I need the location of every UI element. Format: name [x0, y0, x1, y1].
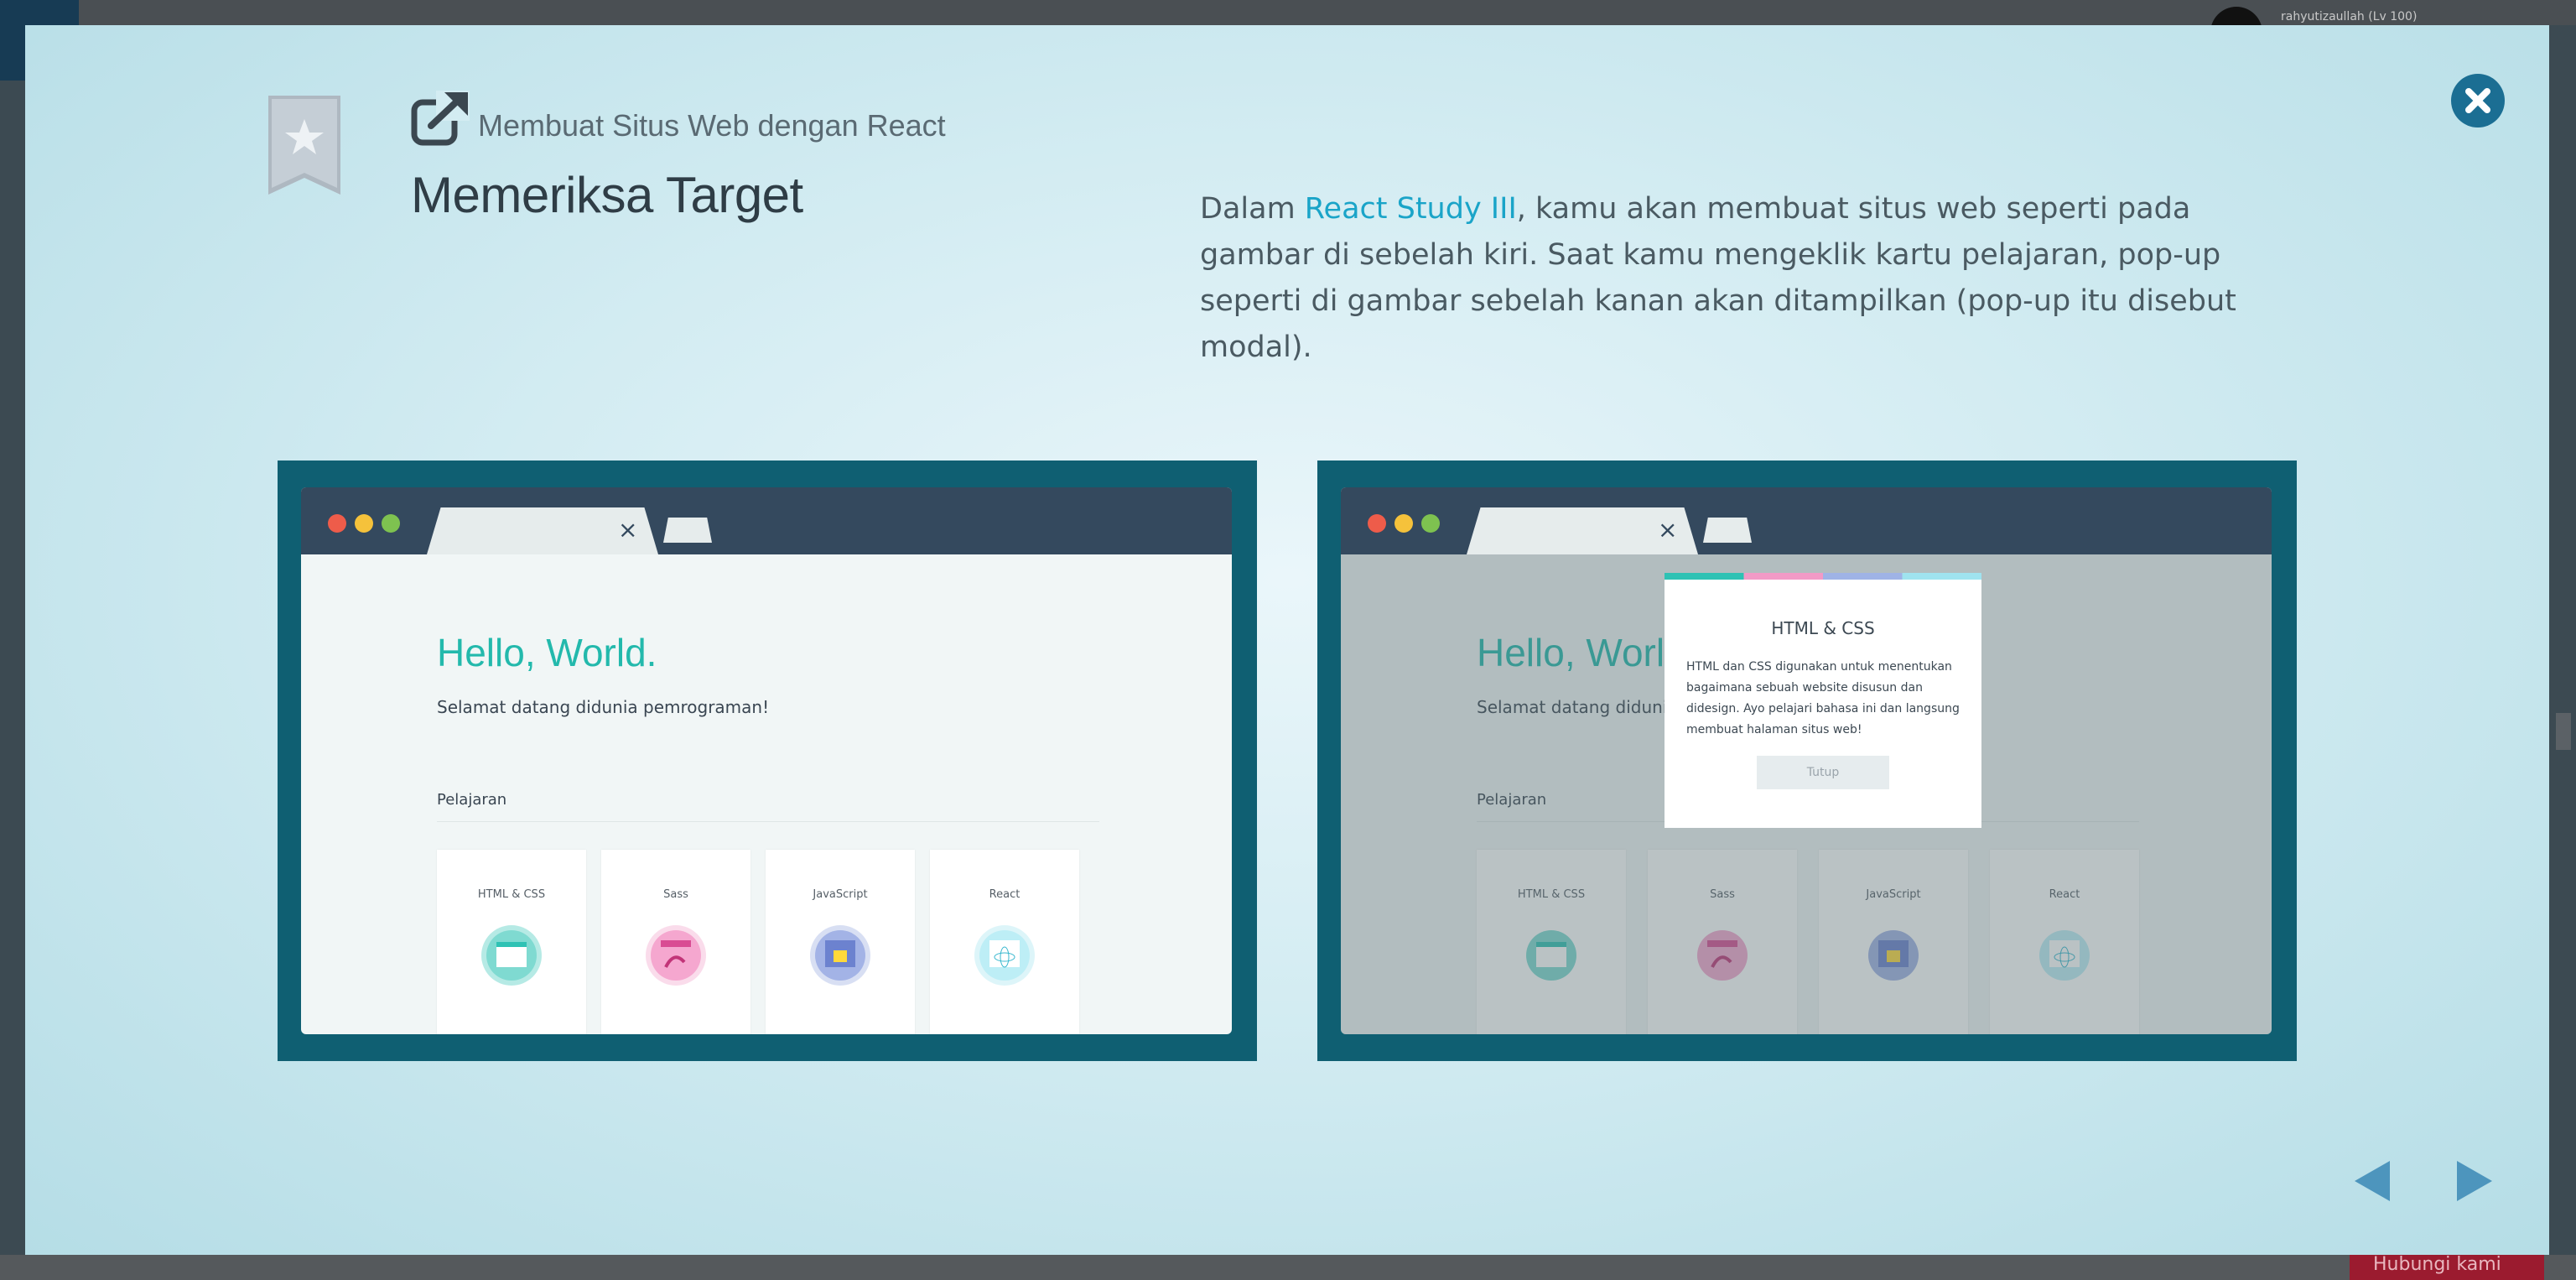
popup-close-button: Tutup — [1757, 756, 1889, 789]
window-close-dot — [328, 514, 346, 533]
new-tab — [1703, 518, 1752, 543]
lesson-card: JavaScript — [766, 850, 915, 1034]
chapter-header: Membuat Situs Web dengan React — [411, 91, 946, 146]
browser-window: × Hello, World. Selamat datang didunia p… — [1341, 487, 2272, 1034]
popup-text: HTML dan CSS digunakan untuk menentukan … — [1686, 660, 1960, 736]
external-link-icon[interactable] — [411, 91, 470, 146]
chapter-title: Membuat Situs Web dengan React — [478, 108, 946, 143]
browser-toolbar: × — [1341, 487, 2272, 554]
react-icon — [974, 925, 1035, 986]
welcome-text: Selamat datang didunia pemrograman! — [437, 697, 770, 717]
bookmark-star-icon[interactable] — [268, 96, 340, 195]
prev-slide-button[interactable] — [2355, 1161, 2390, 1201]
card-title: HTML & CSS — [477, 888, 546, 901]
slide-description: Dalam React Study III, kamu akan membuat… — [1200, 186, 2290, 371]
slide-title: Memeriksa Target — [411, 167, 803, 223]
scrollbar[interactable] — [2556, 713, 2571, 750]
window-close-dot — [1368, 514, 1386, 533]
slide-modal: Membuat Situs Web dengan React Memeriksa… — [25, 25, 2549, 1255]
description-prefix: Dalam — [1200, 192, 1305, 226]
window-maximize-dot — [1421, 514, 1440, 533]
lessons-label: Pelajaran — [437, 791, 507, 809]
next-slide-button[interactable] — [2457, 1161, 2492, 1201]
card-title: Sass — [663, 888, 688, 901]
new-tab — [663, 518, 712, 543]
lesson-card: HTML & CSS — [437, 850, 586, 1034]
card-title: React — [989, 888, 1021, 901]
card-title: JavaScript — [813, 888, 868, 901]
target-screenshot-right: × Hello, World. Selamat datang didunia p… — [1317, 460, 2297, 1061]
tab-close-icon: × — [1658, 516, 1678, 544]
close-button[interactable] — [2451, 74, 2505, 127]
sass-icon — [646, 925, 706, 986]
lesson-popup: HTML & CSS HTML dan CSS digunakan untuk … — [1665, 573, 1981, 828]
background-bottom-bar — [0, 1255, 2576, 1280]
html-css-icon — [481, 925, 542, 986]
target-screenshot-left: × Hello, World. Selamat datang didunia p… — [278, 460, 1257, 1061]
lesson-card: Sass — [601, 850, 750, 1034]
hello-heading: Hello, World. — [437, 631, 657, 674]
window-minimize-dot — [355, 514, 373, 533]
close-icon — [2465, 88, 2490, 113]
browser-toolbar: × — [301, 487, 1232, 554]
tab-close-icon: × — [618, 516, 638, 544]
username-label: rahyutizaullah (Lv 100) — [2281, 10, 2418, 23]
window-maximize-dot — [382, 514, 400, 533]
browser-window: × Hello, World. Selamat datang didunia p… — [301, 487, 1232, 1034]
popup-title: HTML & CSS — [1771, 618, 1875, 638]
lesson-card: React — [930, 850, 1079, 1034]
javascript-icon — [810, 925, 870, 986]
react-study-link[interactable]: React Study III — [1305, 192, 1517, 226]
background-topbar — [79, 0, 2576, 25]
divider — [437, 821, 1099, 822]
popup-color-stripe — [1665, 573, 1981, 580]
window-minimize-dot — [1394, 514, 1413, 533]
